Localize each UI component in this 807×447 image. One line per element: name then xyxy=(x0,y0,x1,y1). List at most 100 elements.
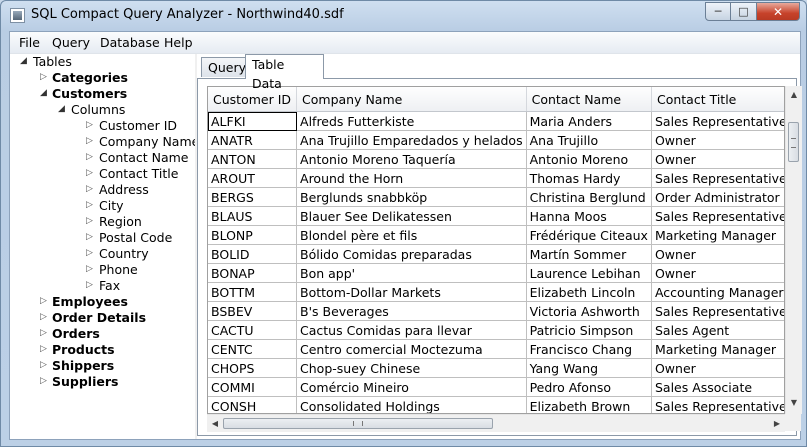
column-header[interactable]: Contact Name xyxy=(526,87,652,112)
table-cell[interactable]: Alfreds Futterkiste xyxy=(296,111,527,131)
collapsed-arrow-icon[interactable]: ▷ xyxy=(86,280,93,290)
collapsed-arrow-icon[interactable]: ▷ xyxy=(86,232,93,242)
table-cell[interactable]: Sales Representative xyxy=(651,206,784,226)
table-row[interactable]: BONAPBon app'Laurence LebihanOwner12, ru… xyxy=(208,263,784,283)
tree-column-item[interactable]: Phone xyxy=(99,262,138,278)
table-row[interactable]: BSBEV B's Beverages Victoria Ashworth Sales… xyxy=(208,301,784,321)
table-row[interactable]: BERGS Berglunds snabbköp Christina Berglun… xyxy=(208,187,784,207)
collapsed-arrow-icon[interactable]: ▷ xyxy=(86,248,93,258)
table-row[interactable]: AROUT Around the Horn Thomas Hardy Sales Re… xyxy=(208,168,784,188)
table-cell[interactable]: Antonio Moreno xyxy=(526,149,652,169)
tree-column-item[interactable]: Region xyxy=(99,214,142,230)
table-cell[interactable]: Antonio Moreno Taquería xyxy=(296,149,527,169)
table-row[interactable]: COMMI Comércio Mineiro Pedro Afonso Sales A… xyxy=(208,377,784,397)
tree-column-item[interactable]: Contact Name xyxy=(99,150,188,166)
table-cell[interactable]: Cactus Comidas para llevar xyxy=(296,320,527,340)
menu-database[interactable]: Database xyxy=(100,35,160,50)
table-cell[interactable]: ANATR xyxy=(208,130,298,150)
table-cell[interactable]: Sales Associate xyxy=(651,377,784,397)
column-header[interactable]: Company Name xyxy=(296,87,527,112)
table-cell[interactable]: BOLID xyxy=(208,244,298,264)
tree-table-categories[interactable]: Categories xyxy=(52,70,128,86)
expand-arrow-icon[interactable]: ◢ xyxy=(20,56,27,66)
table-cell[interactable]: Pedro Afonso xyxy=(526,377,652,397)
table-cell[interactable]: Around the Horn xyxy=(296,168,527,188)
tree-table-item[interactable]: Suppliers xyxy=(52,374,118,390)
tree-columns-folder[interactable]: Columns xyxy=(71,102,125,118)
table-cell[interactable]: Hanna Moos xyxy=(526,206,652,226)
table-cell[interactable]: Elizabeth Lincoln xyxy=(526,282,652,302)
table-cell[interactable]: Laurence Lebihan xyxy=(526,263,652,283)
tree-table-customers[interactable]: Customers xyxy=(52,86,127,102)
table-cell[interactable]: Owner xyxy=(651,358,784,378)
table-row[interactable]: BLAUS Blauer See Delikatessen Hanna Moos Sa… xyxy=(208,206,784,226)
table-cell[interactable]: Bólido Comidas preparadas xyxy=(296,244,527,264)
vertical-scroll-thumb[interactable] xyxy=(788,122,799,162)
table-row[interactable]: CACTU Cactus Comidas para llevar Patricio … xyxy=(208,320,784,340)
tree-column-item[interactable]: Contact Title xyxy=(99,166,178,182)
collapsed-arrow-icon[interactable]: ▷ xyxy=(86,184,93,194)
table-cell[interactable]: Sales Representative xyxy=(651,396,784,413)
table-cell[interactable]: Comércio Mineiro xyxy=(296,377,527,397)
table-cell[interactable]: BLAUS xyxy=(208,206,298,226)
table-cell[interactable]: Martín Sommer xyxy=(526,244,652,264)
table-cell[interactable]: Ana Trujillo xyxy=(526,130,652,150)
collapsed-arrow-icon[interactable]: ▷ xyxy=(86,152,93,162)
tree-table-item[interactable]: Orders xyxy=(52,326,100,342)
tree-column-item[interactable]: Address xyxy=(99,182,149,198)
horizontal-scrollbar[interactable]: ◀ ▶ xyxy=(207,414,785,432)
table-cell[interactable]: ALFKI xyxy=(208,111,298,131)
minimize-button[interactable]: ─ xyxy=(705,2,731,21)
table-cell[interactable]: Bottom-Dollar Markets xyxy=(296,282,527,302)
table-cell[interactable]: Accounting Manager xyxy=(651,282,784,302)
expand-arrow-icon[interactable]: ◢ xyxy=(40,88,47,98)
table-cell[interactable]: BLONP xyxy=(208,225,298,245)
table-cell[interactable]: Marketing Manager xyxy=(651,225,784,245)
table-cell[interactable]: Victoria Ashworth xyxy=(526,301,652,321)
table-cell[interactable]: Thomas Hardy xyxy=(526,168,652,188)
maximize-button[interactable]: □ xyxy=(731,2,757,21)
collapsed-arrow-icon[interactable]: ▷ xyxy=(40,296,47,306)
tree-column-item[interactable]: Fax xyxy=(99,278,120,294)
table-row[interactable]: ALFKI Alfreds Futterkiste Maria Anders Sale… xyxy=(208,111,784,131)
tree-table-item[interactable]: Products xyxy=(52,342,115,358)
collapsed-arrow-icon[interactable]: ▷ xyxy=(86,168,93,178)
table-cell[interactable]: Chop-suey Chinese xyxy=(296,358,527,378)
collapsed-arrow-icon[interactable]: ▷ xyxy=(86,120,93,130)
vertical-scrollbar[interactable]: ▲ ▼ xyxy=(785,86,802,414)
table-cell[interactable]: Marketing Manager xyxy=(651,339,784,359)
table-cell[interactable]: Consolidated Holdings xyxy=(296,396,527,413)
table-cell[interactable]: BOTTM xyxy=(208,282,298,302)
table-cell[interactable]: CENTC xyxy=(208,339,298,359)
table-row[interactable]: BLONP Blondel père et fils Frédérique Cite… xyxy=(208,225,784,245)
table-row[interactable]: CONSH Consolidated Holdings Elizabeth Brow… xyxy=(208,396,784,413)
table-cell[interactable]: CHOPS xyxy=(208,358,298,378)
collapsed-arrow-icon[interactable]: ▷ xyxy=(86,216,93,226)
collapsed-arrow-icon[interactable]: ▷ xyxy=(86,264,93,274)
table-row[interactable]: ANTON Antonio Moreno Taquería Antonio More… xyxy=(208,149,784,169)
scroll-down-icon[interactable]: ▼ xyxy=(786,398,802,407)
scroll-left-icon[interactable]: ◀ xyxy=(207,419,223,428)
table-row[interactable]: CHOPSChop-suey ChineseYang WangOwnerHaup… xyxy=(208,358,784,378)
collapsed-arrow-icon[interactable]: ▷ xyxy=(40,328,47,338)
expand-arrow-icon[interactable]: ◢ xyxy=(58,104,65,114)
horizontal-scroll-thumb[interactable] xyxy=(223,418,493,429)
tree-column-item[interactable]: Company Name xyxy=(99,134,199,150)
title-bar[interactable]: SQL Compact Query Analyzer - Northwind40… xyxy=(1,1,806,31)
table-cell[interactable]: Elizabeth Brown xyxy=(526,396,652,413)
tree-column-item[interactable]: Customer ID xyxy=(99,118,177,134)
collapsed-arrow-icon[interactable]: ▷ xyxy=(86,200,93,210)
table-cell[interactable]: Frédérique Citeaux xyxy=(526,225,652,245)
tab-table-data[interactable]: Table Data xyxy=(245,54,324,91)
collapsed-arrow-icon[interactable]: ▷ xyxy=(40,376,47,386)
tree-root-tables[interactable]: Tables xyxy=(33,54,72,70)
collapsed-arrow-icon[interactable]: ▷ xyxy=(40,312,47,322)
table-cell[interactable]: BERGS xyxy=(208,187,298,207)
table-cell[interactable]: AROUT xyxy=(208,168,298,188)
table-cell[interactable]: Owner xyxy=(651,263,784,283)
tree-column-item[interactable]: Country xyxy=(99,246,149,262)
tab-query[interactable]: Query xyxy=(201,57,246,77)
tree-table-item[interactable]: Shippers xyxy=(52,358,114,374)
table-row[interactable]: BOLID Bólido Comidas preparadas Martín Som… xyxy=(208,244,784,264)
table-cell[interactable]: Patricio Simpson xyxy=(526,320,652,340)
